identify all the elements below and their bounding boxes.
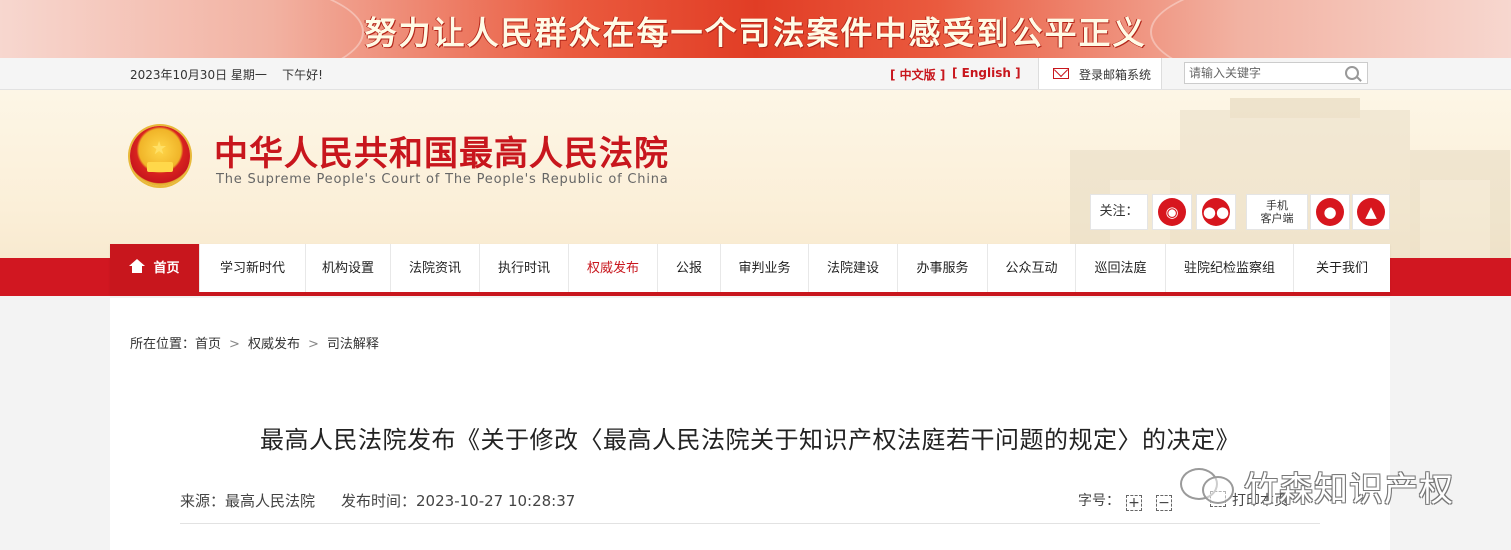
nav-item-court-news[interactable]: 法院资讯 bbox=[391, 244, 480, 294]
nav-item-discipline-inspection[interactable]: 驻院纪检监察组 bbox=[1166, 244, 1294, 294]
android-icon: ▲ bbox=[1357, 198, 1385, 226]
watermark: 竹森知识产权 bbox=[1176, 460, 1476, 510]
wechat-watermark-logo bbox=[1176, 462, 1234, 504]
emblem-star-icon: ★ bbox=[151, 138, 168, 159]
divider bbox=[180, 523, 1320, 524]
article-source: 来源：最高人民法院 bbox=[180, 492, 316, 510]
nav-item-circuit-courts[interactable]: 巡回法庭 bbox=[1076, 244, 1166, 294]
mailbox-login-label: 登录邮箱系统 bbox=[1079, 68, 1152, 82]
mobile-client-label-2: 客户端 bbox=[1260, 212, 1294, 225]
search-input[interactable] bbox=[1184, 62, 1368, 84]
national-emblem-logo: ★ bbox=[130, 126, 190, 186]
nav-item-study-new-era[interactable]: 学习新时代 bbox=[200, 244, 306, 294]
apple-icon: ● bbox=[1316, 198, 1344, 226]
court-building-illustration bbox=[1030, 90, 1511, 258]
mobile-client-label-1: 手机 bbox=[1266, 199, 1288, 212]
breadcrumb-home[interactable]: 首页 bbox=[195, 337, 221, 352]
site-title[interactable]: 中华人民共和国最高人民法院 bbox=[214, 126, 669, 175]
weibo-button[interactable]: ◉ bbox=[1152, 194, 1192, 230]
home-icon bbox=[129, 259, 146, 273]
mailbox-login-button[interactable]: 登录邮箱系统 bbox=[1038, 58, 1162, 89]
breadcrumb-judicial-interpretation[interactable]: 司法解释 bbox=[327, 337, 379, 352]
follow-label: 关注： bbox=[1090, 194, 1148, 230]
font-size-label: 字号： bbox=[1078, 493, 1120, 509]
nav-item-authoritative-release[interactable]: 权威发布 bbox=[569, 244, 658, 294]
ios-app-button[interactable]: ● bbox=[1310, 194, 1350, 230]
nav-underline bbox=[110, 292, 1390, 296]
top-utility-bar: 2023年10月30日 星期一 下午好! [ 中文版 ] [ English ]… bbox=[0, 58, 1511, 90]
chinese-version-link[interactable]: [ 中文版 ] bbox=[890, 66, 945, 83]
current-date-greeting: 2023年10月30日 星期一 下午好! bbox=[130, 66, 323, 83]
nav-item-organization[interactable]: 机构设置 bbox=[306, 244, 391, 294]
breadcrumb-separator-icon: > bbox=[307, 337, 319, 352]
banner-slogan: 努力让人民群众在每一个司法案件中感受到公平正义 bbox=[364, 14, 1147, 52]
emblem-gate-icon bbox=[147, 162, 173, 172]
greeting: 下午好! bbox=[282, 68, 323, 82]
search-icon[interactable] bbox=[1345, 66, 1359, 80]
breadcrumb-separator-icon: > bbox=[229, 337, 240, 352]
nav-item-public-interaction[interactable]: 公众互动 bbox=[988, 244, 1076, 294]
breadcrumb-authoritative-release[interactable]: 权威发布 bbox=[248, 337, 300, 352]
nav-item-trial-business[interactable]: 审判业务 bbox=[721, 244, 809, 294]
weibo-icon: ◉ bbox=[1158, 198, 1186, 226]
mail-envelope-icon bbox=[1053, 68, 1069, 79]
site-subtitle: The Supreme People's Court of The People… bbox=[216, 172, 669, 187]
android-app-button[interactable]: ▲ bbox=[1352, 194, 1390, 230]
wechat-button[interactable]: ●● bbox=[1196, 194, 1236, 230]
site-header: ★ 中华人民共和国最高人民法院 The Supreme People's Cou… bbox=[0, 90, 1511, 258]
nav-item-gazette[interactable]: 公报 bbox=[658, 244, 721, 294]
article-meta: 来源：最高人民法院 发布时间：2023-10-27 10:28:37 bbox=[180, 490, 575, 511]
article-publish-time: 发布时间：2023-10-27 10:28:37 bbox=[341, 492, 576, 510]
watermark-text: 竹森知识产权 bbox=[1244, 470, 1454, 510]
current-date: 2023年10月30日 星期一 bbox=[130, 68, 267, 82]
main-navigation: 首页 学习新时代 机构设置 法院资讯 执行时讯 权威发布 公报 审判业务 法院建… bbox=[110, 244, 1390, 294]
article-title: 最高人民法院发布《关于修改〈最高人民法院关于知识产权法庭若干问题的规定〉的决定》 bbox=[260, 426, 1240, 454]
main-content: 所在位置：首页 > 权威发布 > 司法解释 最高人民法院发布《关于修改〈最高人民法院关于… bbox=[110, 298, 1390, 550]
nav-item-about-us[interactable]: 关于我们 bbox=[1294, 244, 1390, 294]
nav-item-services[interactable]: 办事服务 bbox=[898, 244, 988, 294]
nav-item-label: 首页 bbox=[153, 261, 180, 276]
nav-item-enforcement-news[interactable]: 执行时讯 bbox=[480, 244, 569, 294]
slogan-banner: 努力让人民群众在每一个司法案件中感受到公平正义 bbox=[0, 0, 1511, 58]
english-version-link[interactable]: [ English ] bbox=[952, 66, 1021, 80]
font-increase-icon[interactable]: + bbox=[1126, 495, 1142, 511]
nav-item-home[interactable]: 首页 bbox=[110, 244, 200, 294]
font-decrease-icon[interactable]: − bbox=[1156, 495, 1172, 511]
nav-item-court-construction[interactable]: 法院建设 bbox=[809, 244, 898, 294]
mobile-client-button[interactable]: 手机 客户端 bbox=[1246, 194, 1308, 230]
breadcrumb: 所在位置：首页 > 权威发布 > 司法解释 bbox=[130, 333, 379, 352]
breadcrumb-prefix: 所在位置： bbox=[130, 337, 196, 352]
wechat-icon: ●● bbox=[1202, 198, 1230, 226]
